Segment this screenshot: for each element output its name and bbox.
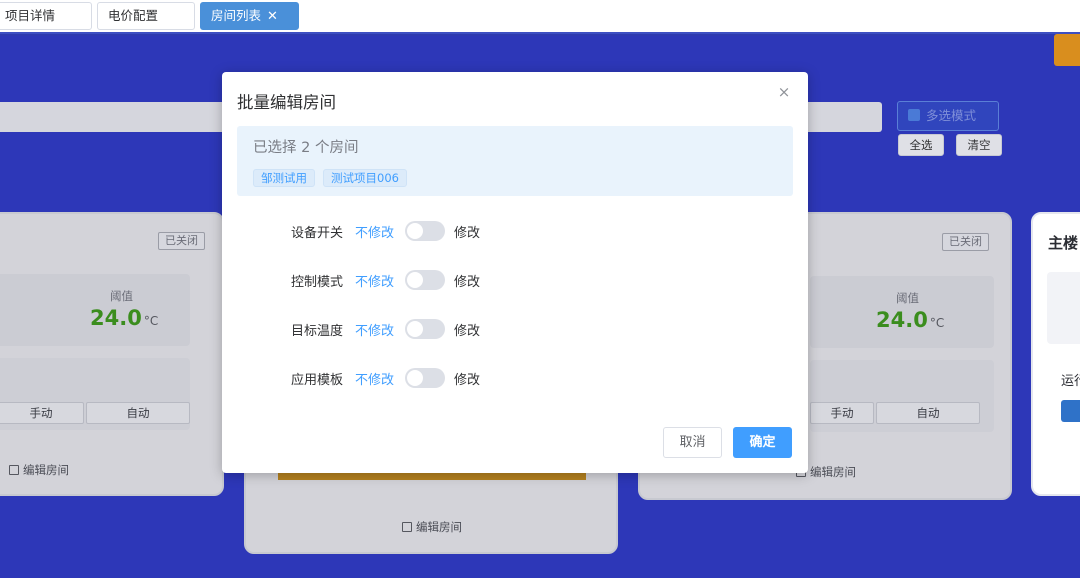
threshold-panel xyxy=(1047,272,1080,344)
threshold-panel: 阈值 24.0 °C xyxy=(810,276,994,348)
room-tag: 测试项目006 xyxy=(323,169,407,187)
mode-auto-button[interactable]: 自动 xyxy=(876,402,980,424)
checkbox-icon xyxy=(908,109,920,121)
tab-room-list[interactable]: 房间列表 ✕ xyxy=(200,2,299,30)
field-device-switch: 设备开关 不修改 修改 xyxy=(222,219,808,243)
cancel-button[interactable]: 取消 xyxy=(663,427,722,458)
threshold-value: 24.0 °C xyxy=(876,308,945,332)
toggle-switch[interactable] xyxy=(405,270,445,290)
room-card[interactable]: 已关闭 阈值 24.0 °C 手动 自动 编辑房间 xyxy=(0,212,224,496)
top-action-button[interactable] xyxy=(1054,34,1080,66)
clear-button[interactable]: 清空 xyxy=(956,134,1002,156)
edit-icon xyxy=(402,522,412,532)
mode-panel: 手动 自动 xyxy=(810,360,994,432)
edit-icon xyxy=(9,465,19,475)
selected-count: 已选择 2 个房间 xyxy=(253,140,359,156)
toggle-switch[interactable] xyxy=(405,221,445,241)
run-label: 运行 xyxy=(1061,374,1080,389)
edit-room-link[interactable]: 编辑房间 xyxy=(9,462,69,478)
edit-room-link[interactable]: 编辑房间 xyxy=(402,519,462,535)
threshold-value: 24.0 °C xyxy=(90,306,159,330)
tab-bar: 项目详情 电价配置 房间列表 ✕ xyxy=(0,0,1080,34)
select-all-button[interactable]: 全选 xyxy=(898,134,944,156)
threshold-panel: 阈值 24.0 °C xyxy=(0,274,190,346)
batch-edit-dialog: 批量编辑房间 × 已选择 2 个房间 邹测试用 测试项目006 设备开关 不修改… xyxy=(222,72,808,473)
status-badge: 已关闭 xyxy=(158,232,205,250)
mode-manual-button[interactable]: 手动 xyxy=(810,402,874,424)
status-badge: 已关闭 xyxy=(942,233,989,251)
toggle-switch[interactable] xyxy=(405,319,445,339)
progress-bar xyxy=(278,472,586,480)
selected-rooms-panel: 已选择 2 个房间 邹测试用 测试项目006 xyxy=(237,126,793,196)
mode-auto-button[interactable]: 自动 xyxy=(86,402,190,424)
run-mode-button[interactable] xyxy=(1061,400,1080,422)
card-title: 主楼 xyxy=(1048,234,1079,252)
mode-manual-button[interactable]: 手动 xyxy=(0,402,84,424)
room-card[interactable]: 主楼 运行 xyxy=(1031,212,1080,496)
dialog-title: 批量编辑房间 xyxy=(237,93,336,112)
field-target-temp: 目标温度 不修改 修改 xyxy=(222,317,808,341)
confirm-button[interactable]: 确定 xyxy=(733,427,792,458)
toggle-switch[interactable] xyxy=(405,368,445,388)
multi-select-toggle[interactable]: 多选模式 xyxy=(897,101,999,131)
close-icon[interactable]: × xyxy=(776,84,792,100)
mode-panel: 手动 自动 xyxy=(0,358,190,430)
field-control-mode: 控制模式 不修改 修改 xyxy=(222,268,808,292)
room-tag: 邹测试用 xyxy=(253,169,315,187)
tab-project-detail[interactable]: 项目详情 xyxy=(0,2,92,30)
tab-price-config[interactable]: 电价配置 xyxy=(97,2,195,30)
field-apply-template: 应用模板 不修改 修改 xyxy=(222,366,808,390)
tab-close-icon[interactable]: ✕ xyxy=(267,9,278,24)
